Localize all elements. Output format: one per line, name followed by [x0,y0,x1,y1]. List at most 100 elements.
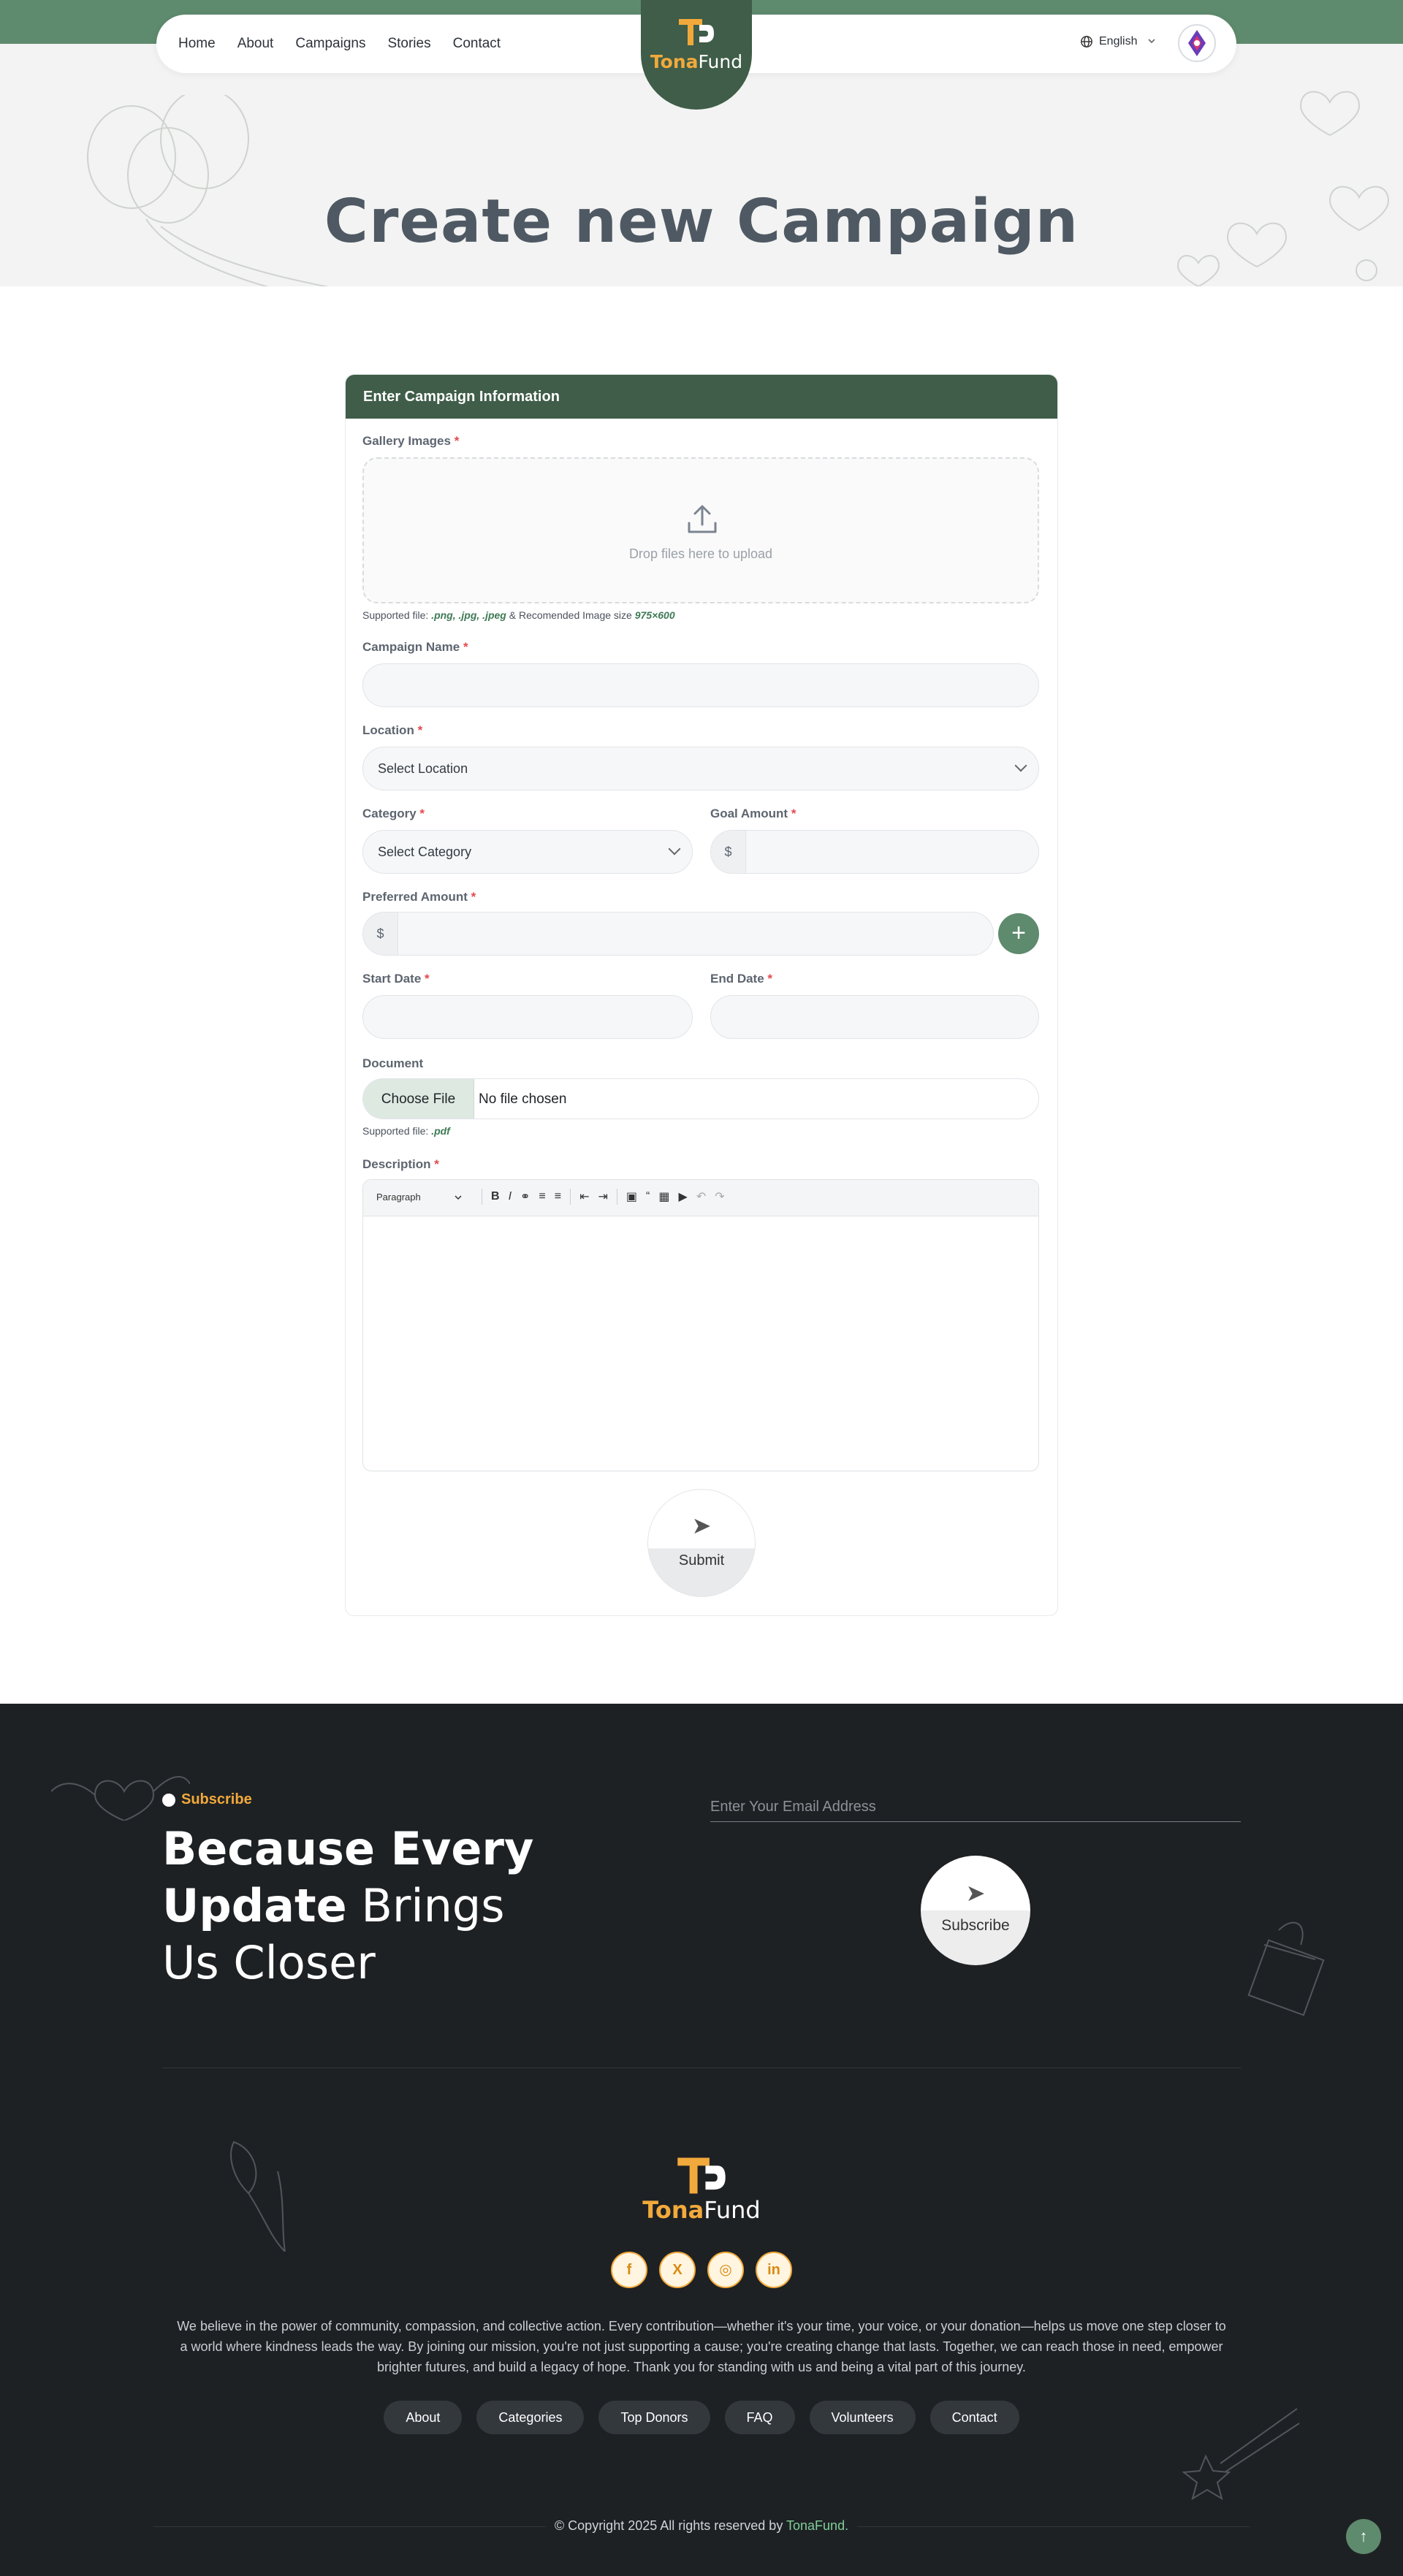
quote-icon[interactable]: “ [646,1190,650,1203]
category-select[interactable]: Select Category [362,830,693,874]
currency-prefix: $ [711,831,746,873]
nav-about[interactable]: About [237,36,274,52]
table-icon[interactable]: ▦ [658,1189,669,1204]
category-select-value: Select Category [378,845,472,859]
indent-icon[interactable]: ⇥ [598,1189,608,1204]
goal-amount-label: Goal Amount * [710,807,796,820]
nav-campaigns[interactable]: Campaigns [295,36,365,52]
numbered-list-icon[interactable]: ≡ [555,1190,561,1203]
redo-icon[interactable]: ↷ [715,1189,724,1204]
subscribe-button[interactable]: ➤ Subscribe [921,1856,1030,1965]
document-hint: Supported file: .pdf [362,1125,450,1137]
paragraph-select[interactable]: Paragraph [376,1192,421,1203]
footer-link-contact[interactable]: Contact [929,2401,1019,2434]
chevron-down-icon [1148,39,1156,44]
editor-toolbar: Paragraph B I ⚭ ≡ ≡ ⇤ ⇥ ▣ “ ▦ ▶ ↶ ↷ [363,1180,1038,1216]
facebook-icon[interactable]: f [611,2252,647,2288]
nav-links: Home About Campaigns Stories Contact [178,15,501,73]
social-links: f X ◎ in [611,2252,792,2288]
toolbar-buttons: B I ⚭ ≡ ≡ ⇤ ⇥ ▣ “ ▦ ▶ ↶ ↷ [482,1189,725,1205]
footer-logo[interactable]: TonaFund [0,2196,1403,2224]
document-file-input[interactable]: Choose File No file chosen [362,1078,1039,1119]
flower-decoration [230,2141,286,2252]
image-icon[interactable]: ▣ [626,1189,637,1204]
currency-prefix: $ [363,912,398,955]
globe-icon [1081,36,1092,47]
media-icon[interactable]: ▶ [679,1189,688,1204]
undo-icon[interactable]: ↶ [696,1189,706,1204]
form-header: Enter Campaign Information [346,375,1057,419]
instagram-icon[interactable]: ◎ [707,2252,744,2288]
footer-link-faq[interactable]: FAQ [724,2401,795,2434]
nav-stories[interactable]: Stories [387,36,430,52]
shooting-star-decoration [1182,2408,1300,2500]
footer-link-categories[interactable]: Categories [476,2401,585,2434]
user-avatar[interactable] [1178,24,1216,62]
goal-amount-input[interactable]: $ [710,830,1039,874]
description-editor[interactable]: Paragraph B I ⚭ ≡ ≡ ⇤ ⇥ ▣ “ ▦ ▶ ↶ ↷ [362,1179,1039,1471]
subscribe-headline: Because Every Update Brings Us Closer [162,1822,534,1989]
scroll-to-top-button[interactable]: ↑ [1346,2519,1381,2554]
language-selector[interactable]: English [1080,35,1159,48]
footer-logo-icon [677,2157,726,2194]
send-icon: ➤ [965,1880,986,1906]
nav-contact[interactable]: Contact [453,36,501,52]
footer-link-about[interactable]: About [384,2401,463,2434]
upload-icon [688,505,717,533]
send-icon: ➤ [691,1512,712,1539]
x-twitter-icon[interactable]: X [659,2252,696,2288]
badge-icon [162,1793,175,1807]
site-logo[interactable]: TonaFund [641,0,752,110]
preferred-amount-input[interactable]: $ [362,912,994,956]
italic-icon[interactable]: I [509,1190,512,1203]
outdent-icon[interactable]: ⇤ [579,1189,589,1204]
gallery-hint: Supported file: .png, .jpg, .jpeg & Reco… [362,609,675,621]
add-amount-button[interactable]: + [998,913,1039,954]
start-date-input[interactable] [362,995,693,1039]
submit-label: Submit [678,1552,725,1569]
gallery-images-label: Gallery Images * [362,434,460,448]
gallery-dropzone[interactable]: Drop files here to upload [362,457,1039,603]
category-label: Category * [362,807,425,820]
bold-icon[interactable]: B [491,1190,500,1203]
subscribe-tag: Subscribe [162,1791,252,1808]
avatar-logo-icon [1188,30,1206,56]
campaign-name-input[interactable] [362,663,1039,707]
arrow-up-icon: ↑ [1359,2527,1368,2545]
footer-about-text: We believe in the power of community, co… [177,2319,1226,2374]
chevron-down-icon [668,842,681,856]
chevron-down-icon [455,1195,462,1200]
page-title: Create new Campaign [324,187,1079,256]
preferred-amount-label: Preferred Amount * [362,890,476,904]
footer-link-top-donors[interactable]: Top Donors [598,2401,710,2434]
logo-icon [679,19,714,45]
start-date-label: Start Date * [362,972,430,986]
chevron-down-icon [1014,759,1027,772]
email-input[interactable]: Enter Your Email Address [710,1799,1241,1822]
end-date-input[interactable] [710,995,1039,1039]
location-select-value: Select Location [378,761,468,776]
location-label: Location * [362,723,423,737]
dropzone-text: Drop files here to upload [628,546,773,561]
plus-icon: + [1011,919,1026,947]
no-file-text: No file chosen [479,1091,567,1107]
end-date-label: End Date * [710,972,773,986]
link-icon[interactable]: ⚭ [520,1189,530,1204]
subscribe-button-label: Subscribe [941,1917,1010,1934]
nav-home[interactable]: Home [178,36,216,52]
document-label: Document [362,1056,424,1070]
choose-file-button[interactable]: Choose File [363,1079,474,1119]
language-label: English [1099,35,1138,47]
gift-decoration [1247,1921,1325,2016]
campaign-name-label: Campaign Name * [362,640,468,654]
bulleted-list-icon[interactable]: ≡ [539,1190,545,1203]
submit-button[interactable]: ➤ Submit [647,1489,756,1597]
logo-text-part1: Tona [650,51,699,72]
description-label: Description * [362,1157,439,1171]
footer: Subscribe Because Every Update Brings Us… [0,1704,1403,2576]
logo-text-part2: Fund [698,51,743,72]
location-select[interactable]: Select Location [362,747,1039,790]
footer-link-volunteers[interactable]: Volunteers [809,2401,916,2434]
copyright: © Copyright 2025 All rights reserved by … [0,2518,1403,2534]
linkedin-icon[interactable]: in [756,2252,792,2288]
